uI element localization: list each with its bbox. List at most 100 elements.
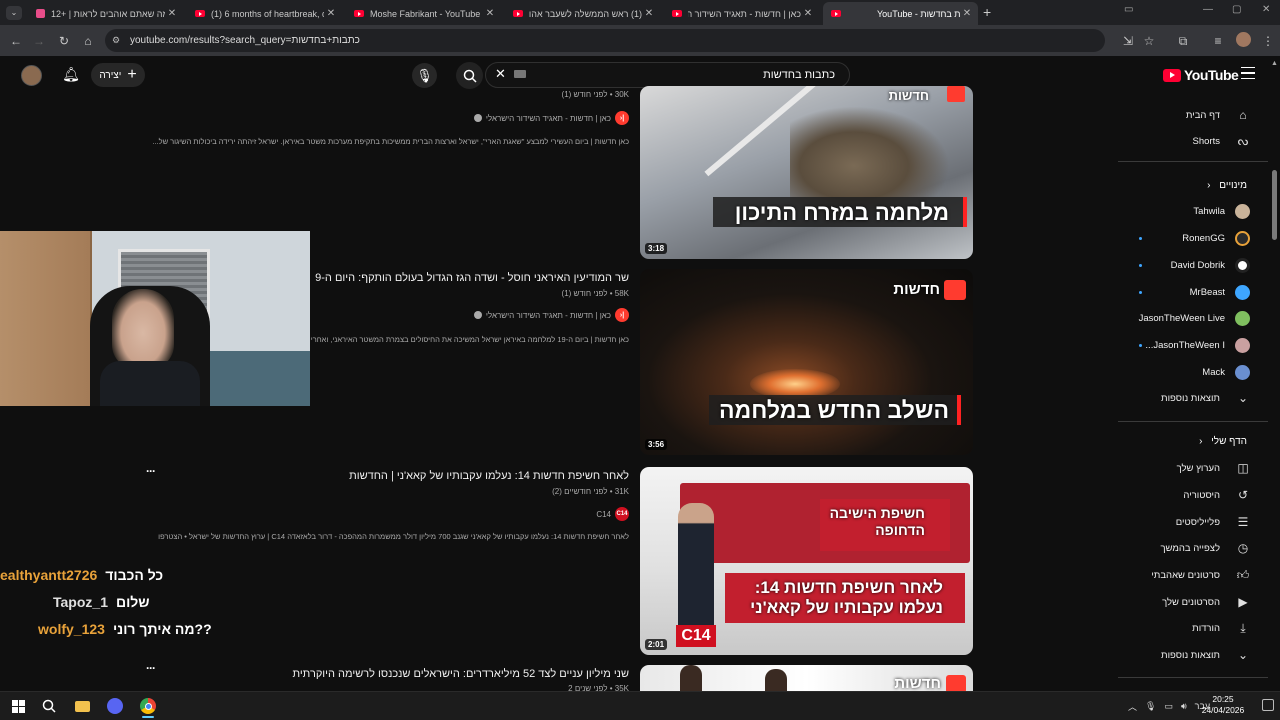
notification-center-icon[interactable] <box>1262 699 1274 711</box>
windows-start-icon[interactable] <box>9 697 27 715</box>
youtube-logo-icon <box>1163 68 1181 82</box>
you-header[interactable]: הדף שלי ‹ <box>1118 436 1260 447</box>
account-avatar[interactable] <box>21 65 42 86</box>
discord-icon[interactable] <box>106 697 124 715</box>
browser-menu-icon[interactable]: ⋮ <box>1260 33 1276 49</box>
microphone-icon[interactable]: 🎙︎ <box>1145 701 1156 712</box>
channel-link[interactable]: |‹ כאן | חדשות - תאגיד השידור הישראלי <box>473 111 629 125</box>
close-tab-icon[interactable]: ✕ <box>483 8 497 19</box>
show-more-subscriptions[interactable]: ⌄ תוצאות נוספות <box>1118 386 1260 410</box>
voice-search-icon[interactable]: 🎙︎ <box>412 63 437 88</box>
clock[interactable]: 20:25 24/04/2026 <box>1198 694 1248 716</box>
sidebar-item-history[interactable]: ↺ היסטוריה <box>1118 483 1260 507</box>
active-app-indicator <box>142 716 154 718</box>
close-tab-icon[interactable]: ✕ <box>642 8 656 19</box>
channel-avatar <box>1235 203 1250 219</box>
channel-avatar <box>1235 284 1250 300</box>
sidebar: ⌂ דף הבית ᔓ Shorts מינויים ‹ Tahwila Ron… <box>1118 94 1268 691</box>
webcam-jacket <box>100 361 200 406</box>
shorts-icon: ᔓ <box>1237 134 1249 148</box>
volume-icon[interactable]: 🔊︎ <box>1181 701 1187 712</box>
new-tab-icon[interactable]: + <box>983 4 991 20</box>
sidebar-item-watch-later[interactable]: ◷ לצפייה בהמשך <box>1118 536 1260 560</box>
video-thumbnail[interactable]: מלחמה במזרח התיכון חדשות 3:18 <box>640 86 973 259</box>
more-actions-icon[interactable]: ··· <box>146 464 156 478</box>
video-title[interactable]: לאחר חשיפת חדשות 14: נעלמו עקבותיו של קא… <box>349 470 629 482</box>
thumbnail-brand: חדשות <box>888 88 929 103</box>
show-more-you[interactable]: ⌄ תוצאות נוספות <box>1118 643 1260 667</box>
bookmark-star-icon[interactable]: ☆ <box>1141 33 1157 49</box>
your-channel-icon: ◫ <box>1237 461 1249 475</box>
site-info-icon[interactable]: ⚙ <box>112 29 120 52</box>
tab-list-dropdown-button[interactable]: ⌄ <box>6 6 22 20</box>
video-thumbnail[interactable]: חשיפת הישיבה הדחופה לאחר חשיפת חדשות 14:… <box>640 467 973 655</box>
sidebar-item-your-videos[interactable]: ▶ הסרטונים שלך <box>1118 590 1260 614</box>
search-submit-icon[interactable] <box>456 62 483 89</box>
chevron-down-icon: ⌄ <box>1237 648 1249 662</box>
search-input[interactable]: כתבות בחדשות <box>485 62 850 88</box>
channel-link[interactable]: |‹ כאן | חדשות - תאגיד השידור הישראלי <box>473 308 629 322</box>
hamburger-menu-icon[interactable] <box>1241 67 1255 79</box>
install-app-icon[interactable]: ⇲ <box>1120 33 1136 49</box>
file-explorer-icon[interactable] <box>73 697 91 715</box>
sidebar-item-home[interactable]: ⌂ דף הבית <box>1118 103 1260 127</box>
forward-icon[interactable]: → <box>31 33 47 49</box>
video-title[interactable]: שר המודיעין האיראני חוסל - ושדה הגז הגדו… <box>315 272 629 284</box>
chat-username: wolfy_123 <box>38 621 105 637</box>
webcam-bed <box>200 351 310 406</box>
close-tab-icon[interactable]: ✕ <box>960 8 974 19</box>
close-tab-icon[interactable]: ✕ <box>324 8 338 19</box>
subscription-tahwila[interactable]: Tahwila <box>1118 199 1260 223</box>
clear-search-icon[interactable]: ✕ <box>495 66 506 82</box>
minimize-icon[interactable]: — <box>1203 4 1213 15</box>
tab-2[interactable]: (1) 6 months of heartbreak, do ✕ <box>187 2 342 25</box>
thumbnail-headline-bottom-1: לאחר חשיפת חדשות 14: <box>754 578 943 597</box>
channel-avatar <box>1235 257 1250 273</box>
sidebar-item-your-channel[interactable]: ◫ הערוץ שלך <box>1118 456 1260 480</box>
keyboard-icon[interactable] <box>514 70 526 78</box>
more-actions-icon[interactable]: ··· <box>146 661 156 675</box>
maximize-icon[interactable]: ▢ <box>1232 4 1241 15</box>
sidebar-item-liked[interactable]: 👍︎ סרטונים שאהבתי <box>1118 563 1260 587</box>
sidebar-item-downloads[interactable]: ⤓ הורדות <box>1118 616 1260 640</box>
taskbar-search-icon[interactable] <box>40 697 58 715</box>
address-bar[interactable]: ⚙ youtube.com/results?search_query=כתבות… <box>105 29 1105 52</box>
subscriptions-header[interactable]: מינויים ‹ <box>1118 180 1260 191</box>
reload-icon[interactable]: ↻ <box>56 33 72 49</box>
chrome-icon[interactable] <box>139 697 157 715</box>
close-tab-icon[interactable]: ✕ <box>801 8 815 19</box>
page-scroll-up-icon[interactable]: ▲ <box>1271 60 1278 67</box>
youtube-logo[interactable]: YouTube <box>1163 67 1239 83</box>
downloads-icon: ⤓ <box>1240 620 1246 635</box>
video-title[interactable]: שני מיליון עניים לצד 52 מיליארדרים: הישר… <box>292 668 629 680</box>
subscription-jasontheween-live[interactable]: JasonTheWeen Live <box>1118 306 1260 330</box>
chevron-left-icon: ‹ <box>1207 180 1211 191</box>
channel-name: כאן | חדשות - תאגיד השידור הישראלי <box>485 310 611 320</box>
display-icon[interactable]: ▭ <box>1164 701 1173 712</box>
sidebar-scrollbar[interactable] <box>1272 170 1277 240</box>
tab-3[interactable]: Moshe Fabrikant - YouTube ✕ <box>346 2 501 25</box>
youtube-logo-text: YouTube <box>1184 67 1239 83</box>
home-browser-icon[interactable]: ⌂ <box>80 33 96 49</box>
tab-4[interactable]: (1) ראש הממשלה לשעבר אהוד ✕ <box>505 2 660 25</box>
media-control-icon[interactable]: ≡ <box>1210 33 1226 49</box>
subscription-mack[interactable]: Mack <box>1118 360 1260 384</box>
video-thumbnail[interactable]: השלב החדש במלחמה חדשות 3:56 <box>640 269 973 455</box>
close-window-icon[interactable]: ✕ <box>1262 4 1270 15</box>
tray-overflow-icon[interactable]: ︿ <box>1128 700 1137 713</box>
sidebar-item-playlists[interactable]: ☰ פלייליסטים <box>1118 510 1260 534</box>
tab-1[interactable]: 12+ | מה שאתם אוהבים לראות ✕ <box>28 2 183 25</box>
create-button[interactable]: יצירה + <box>91 63 145 87</box>
your-videos-icon: ▶ <box>1238 595 1248 609</box>
channel-link[interactable]: C14 C14 <box>596 507 629 521</box>
profile-avatar[interactable] <box>1236 32 1251 47</box>
back-icon[interactable]: ← <box>8 33 24 49</box>
tab-5[interactable]: כאן | חדשות - תאגיד השידור ה ✕ <box>664 2 819 25</box>
notifications-bell-icon[interactable]: 🔔︎ <box>62 66 80 84</box>
extensions-icon[interactable]: ⧉ <box>1175 33 1191 49</box>
close-tab-icon[interactable]: ✕ <box>165 8 179 19</box>
tab-6-active[interactable]: YouTube - כתבות בחדשות ✕ <box>823 2 978 25</box>
sidebar-item-shorts[interactable]: ᔓ Shorts <box>1118 129 1260 153</box>
tab-search-icon[interactable]: ▭ <box>1124 4 1133 15</box>
video-thumbnail[interactable]: חדשות <box>640 665 973 691</box>
